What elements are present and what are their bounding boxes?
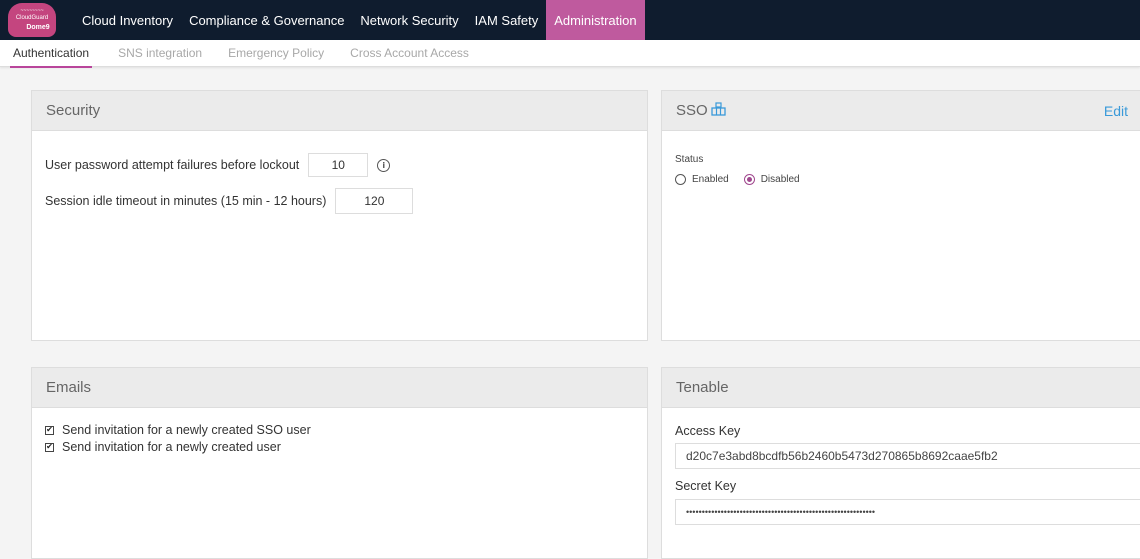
sso-user-invite-option: ✔ Send invitation for a newly created SS… (45, 423, 311, 437)
edit-link[interactable]: Edit (1104, 103, 1128, 119)
security-title: Security (32, 91, 647, 131)
nav-iam-safety[interactable]: IAM Safety (467, 0, 547, 40)
disabled-radio[interactable] (743, 174, 755, 185)
sso-panel: SSO Edit Status Enabled Disabled (661, 90, 1140, 341)
secret-key-label: Secret Key (675, 479, 737, 493)
emails-panel: Emails ✔ Send invitation for a newly cre… (31, 367, 648, 559)
tenable-title: Tenable (662, 368, 1140, 408)
sso-icon (711, 101, 726, 120)
nav-network-security[interactable]: Network Security (352, 0, 466, 40)
logo-brand: CloudGuard (15, 15, 49, 21)
nav-menu: Cloud Inventory Compliance & Governance … (74, 0, 645, 40)
tab-authentication[interactable]: Authentication (10, 40, 93, 68)
user-invite-option: ✔ Send invitation for a newly created us… (45, 440, 281, 454)
lockout-row: User password attempt failures before lo… (45, 153, 391, 177)
sub-tabs: Authentication SNS integration Emergency… (0, 40, 1140, 68)
status-label: Status (675, 154, 704, 165)
access-key-label: Access Key (675, 424, 741, 438)
timeout-row: Session idle timeout in minutes (15 min … (45, 188, 414, 214)
timeout-input[interactable]: 120 (335, 188, 414, 214)
lockout-label: User password attempt failures before lo… (45, 158, 300, 172)
timeout-label: Session idle timeout in minutes (15 min … (45, 194, 327, 208)
logo-product: Dome9 (26, 24, 50, 31)
nav-compliance-governance[interactable]: Compliance & Governance (181, 0, 352, 40)
logo-badge: ~~~~~~~~ CloudGuard Dome9 (8, 3, 56, 37)
lockout-input[interactable]: 10 (308, 153, 369, 177)
enabled-label: Enabled (692, 174, 729, 185)
user-invite-label: Send invitation for a newly created user (62, 440, 281, 454)
access-key-field[interactable]: d20c7e3abd8bcdfb56b2460b5473d270865b8692… (675, 443, 1140, 469)
enabled-radio[interactable] (675, 174, 686, 185)
sso-header: SSO (662, 91, 1140, 131)
tenable-panel: Tenable Access Key d20c7e3abd8bcdfb56b24… (661, 367, 1140, 559)
dome9-logo[interactable]: ~~~~~~~~ CloudGuard Dome9 (0, 0, 60, 40)
info-icon[interactable]: i (377, 158, 391, 172)
sso-user-invite-label: Send invitation for a newly created SSO … (62, 423, 311, 437)
secret-key-field[interactable]: ••••••••••••••••••••••••••••••••••••••••… (675, 499, 1140, 525)
top-nav: ~~~~~~~~ CloudGuard Dome9 Cloud Inventor… (0, 0, 1140, 40)
sso-user-invite-checkbox[interactable]: ✔ (45, 425, 54, 435)
tab-sns-integration[interactable]: SNS integration (118, 40, 202, 66)
tab-emergency-policy[interactable]: Emergency Policy (228, 40, 324, 66)
user-invite-checkbox[interactable]: ✔ (45, 442, 54, 452)
logo-tagline: ~~~~~~~~ (20, 8, 44, 14)
tab-cross-account-access[interactable]: Cross Account Access (350, 40, 469, 66)
sso-status-radios: Enabled Disabled (675, 174, 800, 185)
security-panel: Security User password attempt failures … (31, 90, 648, 341)
nav-cloud-inventory[interactable]: Cloud Inventory (74, 0, 181, 40)
emails-title: Emails (32, 368, 647, 408)
sso-title: SSO (676, 102, 708, 119)
disabled-label: Disabled (760, 174, 800, 185)
nav-administration[interactable]: Administration (546, 0, 645, 40)
